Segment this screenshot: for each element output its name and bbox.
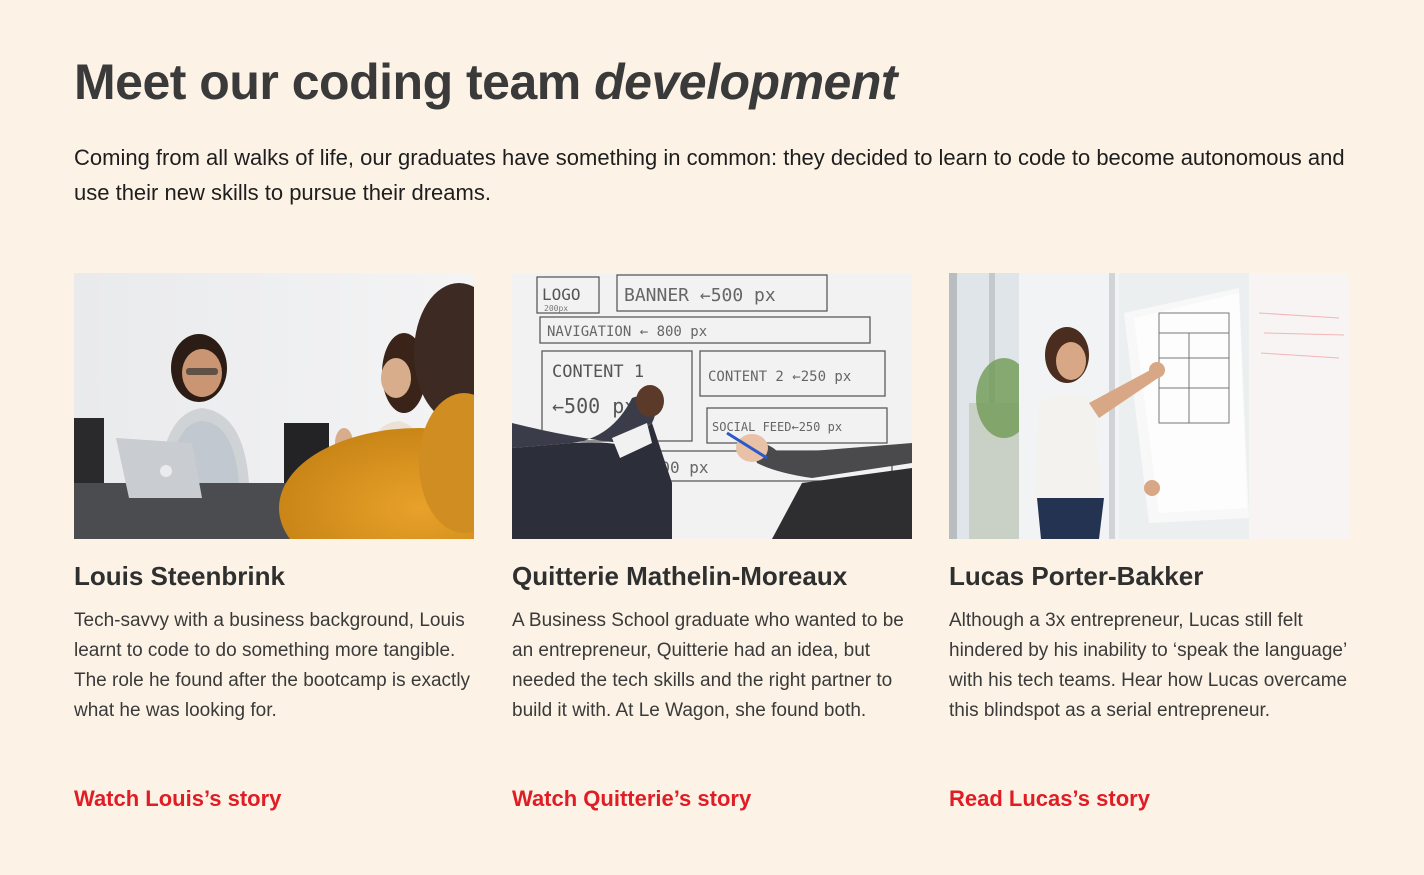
read-story-link[interactable]: Read Lucas’s story bbox=[949, 784, 1150, 814]
graduate-name: Quitterie Mathelin-Moreaux bbox=[512, 561, 848, 591]
wb-banner: BANNER ←500 px bbox=[624, 285, 776, 306]
flipchart-presentation-photo bbox=[949, 273, 1349, 539]
wb-navigation: NAVIGATION ← 800 px bbox=[547, 324, 707, 340]
graduate-name: Lucas Porter-Bakker bbox=[949, 561, 1204, 591]
watch-story-link[interactable]: Watch Quitterie’s story bbox=[512, 784, 751, 814]
section-title-main: Meet our coding team bbox=[74, 54, 595, 110]
wb-logo-size: 200px bbox=[544, 304, 568, 313]
section-title: Meet our coding team development bbox=[74, 50, 898, 114]
section-title-emphasis: development bbox=[594, 54, 898, 110]
team-section: Meet our coding team development Coming … bbox=[0, 0, 1424, 875]
graduate-description: Although a 3x entrepreneur, Lucas still … bbox=[949, 610, 1348, 721]
wb-social: SOCIAL FEED←250 px bbox=[712, 420, 842, 434]
graduate-card-louis: Louis Steenbrink Tech-savvy with a busin… bbox=[74, 273, 474, 811]
graduate-card-lucas: Lucas Porter-Bakker Although a 3x entrep… bbox=[949, 273, 1349, 811]
wb-content2: CONTENT 2 ←250 px bbox=[708, 369, 851, 385]
watch-story-link[interactable]: Watch Louis’s story bbox=[74, 784, 281, 814]
graduate-description: A Business School graduate who wanted to… bbox=[512, 610, 904, 721]
wb-logo: LOGO bbox=[542, 285, 581, 304]
graduate-card-quitterie: LOGO 200px BANNER ←500 px NAVIGATION ← 8… bbox=[512, 273, 912, 811]
meeting-laptop-photo bbox=[74, 273, 474, 539]
wb-content1: CONTENT 1 bbox=[552, 362, 644, 382]
graduate-name: Louis Steenbrink bbox=[74, 561, 285, 591]
graduate-description: Tech-savvy with a business background, L… bbox=[74, 610, 471, 721]
section-intro: Coming from all walks of life, our gradu… bbox=[74, 145, 1345, 205]
whiteboard-wireframe-photo: LOGO 200px BANNER ←500 px NAVIGATION ← 8… bbox=[512, 273, 912, 539]
